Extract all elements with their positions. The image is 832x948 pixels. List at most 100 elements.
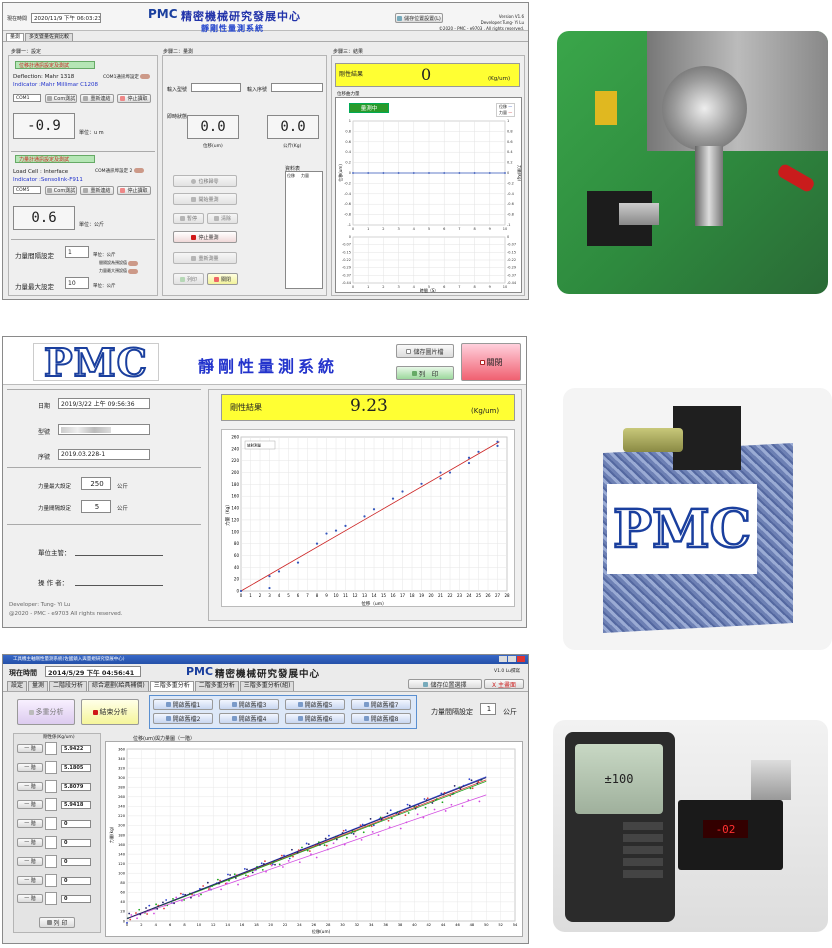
open-file-button-1[interactable]: 開啟舊檔1 bbox=[153, 699, 213, 710]
stage-button[interactable]: 一 階 bbox=[17, 819, 43, 829]
stage-button[interactable]: 一 階 bbox=[17, 875, 43, 885]
data-point bbox=[128, 912, 131, 915]
stage-button[interactable]: 一 階 bbox=[17, 744, 43, 753]
close-button[interactable]: 關閉 bbox=[207, 273, 238, 285]
report-close-button[interactable]: 關閉 bbox=[461, 343, 521, 381]
com1-select[interactable]: COM1 bbox=[13, 94, 41, 102]
curve-thumbnail-icon bbox=[45, 817, 57, 831]
save-location-button[interactable]: 儲存位置設置(L) bbox=[395, 13, 443, 23]
com5-select[interactable]: COM5 bbox=[13, 186, 41, 194]
save-location-button[interactable]: 儲存位置選擇 bbox=[408, 679, 482, 689]
stop-read1-button[interactable]: 停止讀取 bbox=[117, 94, 151, 103]
tab-measure[interactable]: 量測 bbox=[28, 681, 49, 691]
open-file-button-4[interactable]: 開啟舊檔4 bbox=[219, 713, 279, 724]
y-tick-label: 80 bbox=[120, 881, 125, 885]
data-point bbox=[372, 508, 376, 511]
x-tick-label: 6 bbox=[169, 923, 172, 927]
developer-text: Developer:Tung- Yi Lu bbox=[480, 20, 524, 25]
close-window-icon[interactable] bbox=[517, 656, 525, 662]
max-force-input[interactable]: 10 bbox=[65, 277, 89, 289]
interval-default-switch[interactable] bbox=[128, 260, 139, 266]
max-default-switch[interactable] bbox=[128, 268, 139, 274]
serial-input[interactable] bbox=[271, 83, 323, 92]
com1-test-button[interactable]: Com測試 bbox=[45, 94, 77, 103]
tab-compare[interactable]: 多支暨量佐資比較 bbox=[25, 33, 74, 41]
clear-button[interactable]: 清除 bbox=[207, 213, 238, 224]
tab-two-stage[interactable]: 二階段分析 bbox=[49, 681, 88, 691]
data-point bbox=[246, 868, 248, 871]
stage-button[interactable]: 一 階 bbox=[17, 856, 43, 866]
interval-input[interactable]: 1 bbox=[480, 703, 496, 715]
retest-button[interactable]: 重新測量 bbox=[173, 252, 237, 264]
multi-print-button[interactable]: 列 印 bbox=[39, 917, 75, 928]
tab-two-stage-multi[interactable]: 二階多重分析 bbox=[194, 681, 239, 691]
y-tick-label: -1 bbox=[348, 223, 352, 227]
data-point bbox=[469, 787, 472, 790]
end-analysis-button[interactable]: 結束分析 bbox=[81, 699, 139, 725]
data-point bbox=[325, 532, 328, 535]
reset-displacement-button[interactable]: 位移歸零 bbox=[173, 175, 237, 187]
legend-displacement-text: 位移 bbox=[499, 104, 507, 109]
data-point bbox=[412, 172, 415, 174]
maximize-icon[interactable] bbox=[508, 656, 516, 662]
stage-button[interactable]: 一 階 bbox=[17, 894, 43, 904]
save-image-button[interactable]: 儲存圖片檔 bbox=[396, 344, 454, 358]
x-tick-label: 8 bbox=[183, 923, 186, 927]
stage-button[interactable]: 一 階 bbox=[17, 762, 43, 772]
stage-button[interactable]: 一 階 bbox=[17, 838, 43, 847]
data-point bbox=[135, 912, 137, 914]
pmc-logo: PMC bbox=[33, 339, 159, 386]
y-tick-label: 40 bbox=[234, 565, 240, 570]
open-file-button-5[interactable]: 開啟舊檔5 bbox=[285, 699, 345, 710]
open-file-button-7[interactable]: 開啟舊檔7 bbox=[351, 699, 411, 710]
x-tick-label: 20 bbox=[428, 593, 434, 598]
open-file-button-8[interactable]: 開啟舊檔8 bbox=[351, 713, 411, 724]
step1-divider1 bbox=[11, 151, 155, 152]
x-tick-label: 4 bbox=[413, 227, 416, 231]
data-point bbox=[201, 888, 203, 891]
x-tick-label: 12 bbox=[352, 593, 358, 598]
data-point bbox=[233, 873, 236, 876]
tab-combined[interactable]: 綜合還劃(給具補償) bbox=[88, 681, 149, 691]
com2-toggle[interactable] bbox=[133, 168, 144, 173]
tab-three-stage-group[interactable]: 三階多重分析(組) bbox=[239, 681, 295, 691]
print-label: 列印 bbox=[186, 276, 197, 283]
reconnect2-button[interactable]: 重新連結 bbox=[80, 186, 114, 195]
test-icon bbox=[46, 96, 52, 101]
minimize-icon[interactable] bbox=[499, 656, 507, 662]
tab-settings[interactable]: 設定 bbox=[7, 681, 28, 691]
start-measure-button[interactable]: 開始量測 bbox=[173, 193, 237, 205]
reconnect1-button[interactable]: 重新連結 bbox=[80, 94, 114, 103]
report-print-button[interactable]: 列 印 bbox=[396, 366, 454, 380]
open-file-button-2[interactable]: 開啟舊檔2 bbox=[153, 713, 213, 724]
data-point bbox=[323, 844, 326, 847]
result-value: 9.23 bbox=[350, 396, 388, 416]
stage-button[interactable]: 一 階 bbox=[17, 800, 43, 810]
data-point bbox=[470, 779, 473, 782]
x-tick-label: 38 bbox=[398, 923, 403, 927]
y-tick-label: 340 bbox=[118, 757, 126, 761]
com1-toggle[interactable] bbox=[140, 74, 151, 79]
y-tick-label: 300 bbox=[118, 776, 126, 780]
print-button[interactable]: 列印 bbox=[173, 273, 204, 285]
y-tick-label: -0.44 bbox=[342, 281, 352, 285]
com2-test-button[interactable]: Com測試 bbox=[45, 186, 77, 195]
stop-measure-button[interactable]: 停止量測 bbox=[173, 231, 237, 243]
multi-analysis-button[interactable]: 多重分析 bbox=[17, 699, 75, 725]
main-screen-button[interactable]: X 主畫面 bbox=[484, 679, 524, 689]
stage-button[interactable]: 一 階 bbox=[17, 781, 43, 791]
multi-analysis-label: 多重分析 bbox=[35, 708, 64, 716]
tab-measure[interactable]: 量測 bbox=[6, 33, 25, 41]
pause-button[interactable]: 暫停 bbox=[173, 213, 204, 224]
data-point bbox=[425, 799, 428, 801]
curve-thumbnail-icon bbox=[45, 892, 57, 906]
interval-input[interactable]: 1 bbox=[65, 246, 89, 258]
open-file-button-6[interactable]: 開啟舊檔6 bbox=[285, 713, 345, 724]
open-file-button-3[interactable]: 開啟舊檔3 bbox=[219, 699, 279, 710]
data-point bbox=[471, 787, 474, 790]
data-point bbox=[388, 826, 391, 829]
stop-read2-button[interactable]: 停止讀取 bbox=[117, 186, 151, 195]
model-input[interactable] bbox=[191, 83, 241, 92]
tab-three-stage-multi[interactable]: 三階多重分析 bbox=[149, 681, 194, 691]
stage-row: 一 階 0 bbox=[17, 854, 99, 870]
